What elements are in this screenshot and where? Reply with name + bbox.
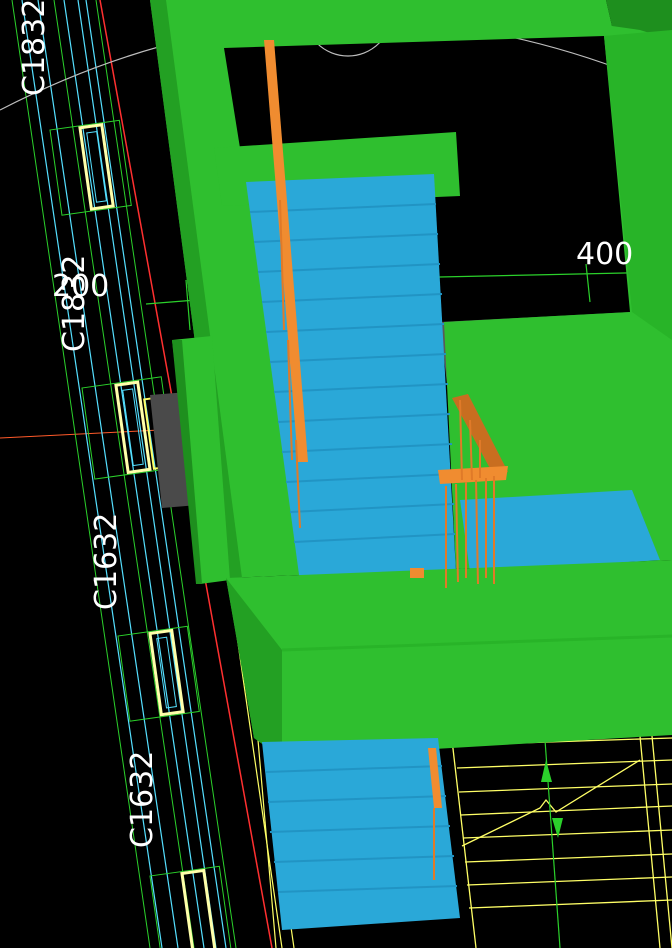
- arrow-up: [541, 760, 552, 782]
- cad-3d-viewport[interactable]: C1832 C1832 200 C1632 C1632 400: [0, 0, 672, 948]
- dimension-400: 400: [576, 237, 633, 272]
- window-tag-3: C1632: [89, 513, 124, 610]
- right-landing[interactable]: [460, 490, 660, 572]
- lower-beam[interactable]: [226, 560, 672, 758]
- stair-plan-lower: [451, 735, 672, 948]
- window-tag-1: C1832: [17, 0, 52, 96]
- axis-line-red-horizontal: [0, 429, 161, 439]
- window-tag-4: C1632: [125, 751, 160, 848]
- stair-model-3d[interactable]: [150, 0, 672, 930]
- model-scene[interactable]: C1832 C1832 200 C1632 C1632 400: [0, 0, 672, 948]
- dimension-200: 200: [52, 269, 109, 304]
